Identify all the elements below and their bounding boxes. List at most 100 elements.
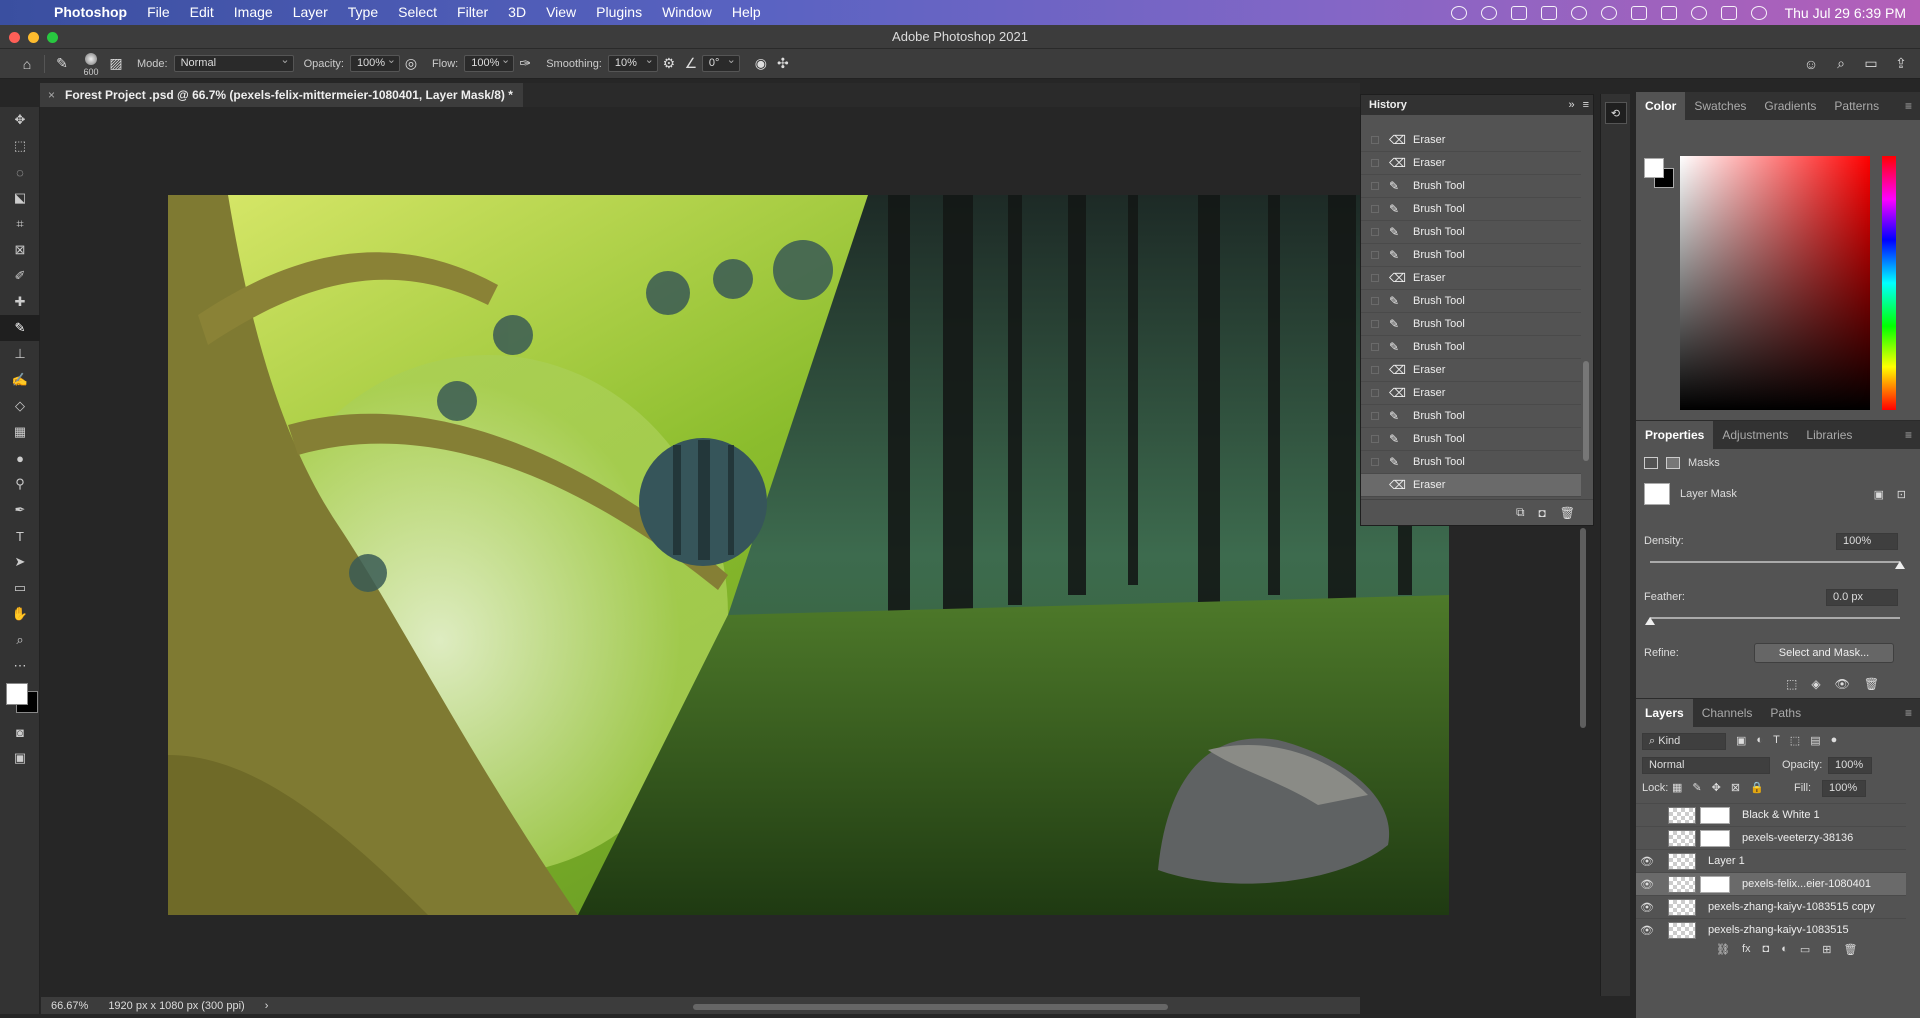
history-brush-source-checkbox[interactable] (1371, 366, 1379, 374)
right-panel-scrollbar[interactable] (1580, 528, 1586, 728)
smoothing-gear-icon[interactable]: ⚙ (658, 53, 680, 75)
pressure-opacity-icon[interactable]: ◎ (400, 53, 422, 75)
history-scrollbar[interactable] (1583, 361, 1589, 461)
pen-tool-icon[interactable]: ✒ (0, 497, 40, 523)
history-item[interactable]: ✎ Brush Tool (1361, 198, 1581, 221)
screen-mirror-icon[interactable] (1540, 5, 1557, 20)
blur-tool-icon[interactable]: ● (0, 445, 40, 471)
vector-mask-icon[interactable] (1666, 457, 1680, 469)
quick-mask-icon[interactable]: ◙ (0, 719, 40, 745)
history-brush-source-checkbox[interactable] (1371, 159, 1379, 167)
link-layers-icon[interactable]: ⛓ (1716, 943, 1730, 956)
creative-cloud-icon[interactable] (1480, 5, 1497, 20)
volume-icon[interactable] (1630, 5, 1647, 20)
foreground-color-swatch[interactable] (6, 683, 28, 705)
filter-pixel-icon[interactable]: ▣ (1736, 734, 1746, 747)
share-icon[interactable]: ⇪ (1890, 53, 1912, 75)
layer-row[interactable]: 👁 Layer 1 (1636, 849, 1906, 872)
history-brush-source-checkbox[interactable] (1371, 412, 1379, 420)
tab-swatches[interactable]: Swatches (1685, 92, 1755, 120)
close-window-icon[interactable] (9, 32, 20, 43)
history-brush-source-checkbox[interactable] (1371, 251, 1379, 259)
menu-type[interactable]: Type (338, 0, 388, 25)
menu-plugins[interactable]: Plugins (586, 0, 652, 25)
layer-visibility-icon[interactable]: 👁 (1636, 855, 1658, 868)
layer-mask-thumbnail[interactable] (1700, 875, 1730, 893)
tab-adjustments[interactable]: Adjustments (1713, 421, 1797, 449)
new-layer-icon[interactable]: ⊞ (1822, 943, 1831, 956)
menu-clock[interactable]: Thu Jul 29 6:39 PM (1785, 5, 1906, 21)
density-slider-track[interactable] (1650, 561, 1900, 563)
lock-pixels-icon[interactable]: ✎ (1692, 781, 1701, 794)
menu-filter[interactable]: Filter (447, 0, 498, 25)
new-document-from-state-icon[interactable]: ⧉ (1516, 505, 1525, 520)
lasso-tool-icon[interactable]: ◌ (0, 159, 40, 185)
color-picker-field[interactable] (1680, 156, 1870, 410)
control-center-icon[interactable] (1720, 5, 1737, 20)
frame-tool-icon[interactable]: ⊠ (0, 237, 40, 263)
history-brush-source-checkbox[interactable] (1371, 182, 1379, 190)
smoothing-field[interactable]: 10% (607, 53, 658, 72)
object-selection-icon[interactable]: ⬕ (0, 185, 40, 211)
brush-tool-icon[interactable]: ✎ (0, 315, 40, 341)
crop-tool-icon[interactable]: ⌗ (0, 211, 40, 237)
menu-select[interactable]: Select (388, 0, 447, 25)
more-tools-icon[interactable]: ⋯ (0, 653, 40, 679)
share-user-icon[interactable]: ☺ (1800, 53, 1822, 75)
brush-tool-preset-icon[interactable]: ✎ (51, 53, 73, 75)
filter-type-icon[interactable]: T (1773, 734, 1780, 747)
airbrush-icon[interactable]: ✑ (514, 53, 536, 75)
layers-opacity-field[interactable]: 100% (1828, 757, 1872, 774)
history-brush-source-checkbox[interactable] (1371, 228, 1379, 236)
home-icon[interactable]: ⌂ (16, 53, 38, 75)
fill-field[interactable]: 100% (1822, 780, 1866, 797)
history-brush-source-checkbox[interactable] (1371, 389, 1379, 397)
marquee-tool-icon[interactable]: ⬚ (0, 133, 40, 159)
path-selection-icon[interactable]: ➤ (0, 549, 40, 575)
lock-artboard-icon[interactable]: ⊠ (1731, 781, 1740, 794)
menu-3d[interactable]: 3D (498, 0, 536, 25)
hand-tool-icon[interactable]: ✋ (0, 601, 40, 627)
status-app-icon[interactable] (1450, 5, 1467, 20)
angle-field[interactable]: 0° (701, 53, 740, 72)
pressure-size-icon[interactable]: ◉ (750, 53, 772, 75)
history-item[interactable]: ✎ Brush Tool (1361, 244, 1581, 267)
tab-color[interactable]: Color (1636, 92, 1686, 120)
history-item[interactable]: ⌫ Eraser (1361, 359, 1581, 382)
filter-toggle-icon[interactable]: ● (1831, 734, 1838, 747)
panel-menu-icon[interactable]: ≡ (1905, 99, 1912, 113)
delete-layer-icon[interactable]: 🗑 (1843, 943, 1857, 956)
history-brush-source-checkbox[interactable] (1371, 297, 1379, 305)
tab-properties[interactable]: Properties (1636, 421, 1714, 449)
zoom-tool-icon[interactable]: ⌕ (0, 627, 40, 653)
history-item[interactable]: ✎ Brush Tool (1361, 313, 1581, 336)
layer-row[interactable]: 👁 pexels-zhang-kaiyv-1083515 copy (1636, 895, 1906, 918)
zoom-window-icon[interactable] (47, 32, 58, 43)
close-tab-icon[interactable]: × (48, 83, 55, 107)
gradient-tool-icon[interactable]: ▦ (0, 419, 40, 445)
search-icon[interactable]: ⌕ (1830, 53, 1852, 75)
dodge-tool-icon[interactable]: ⚲ (0, 471, 40, 497)
fx-icon[interactable]: fx (1742, 943, 1751, 956)
menu-window[interactable]: Window (652, 0, 722, 25)
healing-brush-icon[interactable]: ✚ (0, 289, 40, 315)
tab-patterns[interactable]: Patterns (1825, 92, 1888, 120)
lock-transparent-icon[interactable]: ▦ (1672, 781, 1682, 794)
layer-row[interactable]: pexels-veeterzy-38136 (1636, 826, 1906, 849)
layer-mask-thumbnail[interactable] (1700, 829, 1730, 847)
history-item[interactable]: ✎ Brush Tool (1361, 290, 1581, 313)
feather-slider-thumb[interactable] (1645, 617, 1655, 625)
eyedropper-tool-icon[interactable]: ✐ (0, 263, 40, 289)
tab-paths[interactable]: Paths (1761, 699, 1810, 727)
panel-menu-icon[interactable]: ≡ (1905, 706, 1912, 720)
layer-visibility-icon[interactable]: 👁 (1636, 878, 1658, 891)
tab-gradients[interactable]: Gradients (1755, 92, 1825, 120)
flow-field[interactable]: 100% (464, 53, 515, 72)
layer-row[interactable]: 👁 pexels-felix...eier-1080401 (1636, 872, 1906, 895)
document-info[interactable]: 1920 px x 1080 px (300 ppi) (108, 1000, 244, 1012)
clone-stamp-icon[interactable]: ⊥ (0, 341, 40, 367)
zoom-level[interactable]: 66.67% (51, 1000, 88, 1012)
rectangle-tool-icon[interactable]: ▭ (0, 575, 40, 601)
history-item[interactable]: ⌫ Eraser (1361, 382, 1581, 405)
history-panel-icon[interactable]: ⟲ (1604, 102, 1627, 124)
